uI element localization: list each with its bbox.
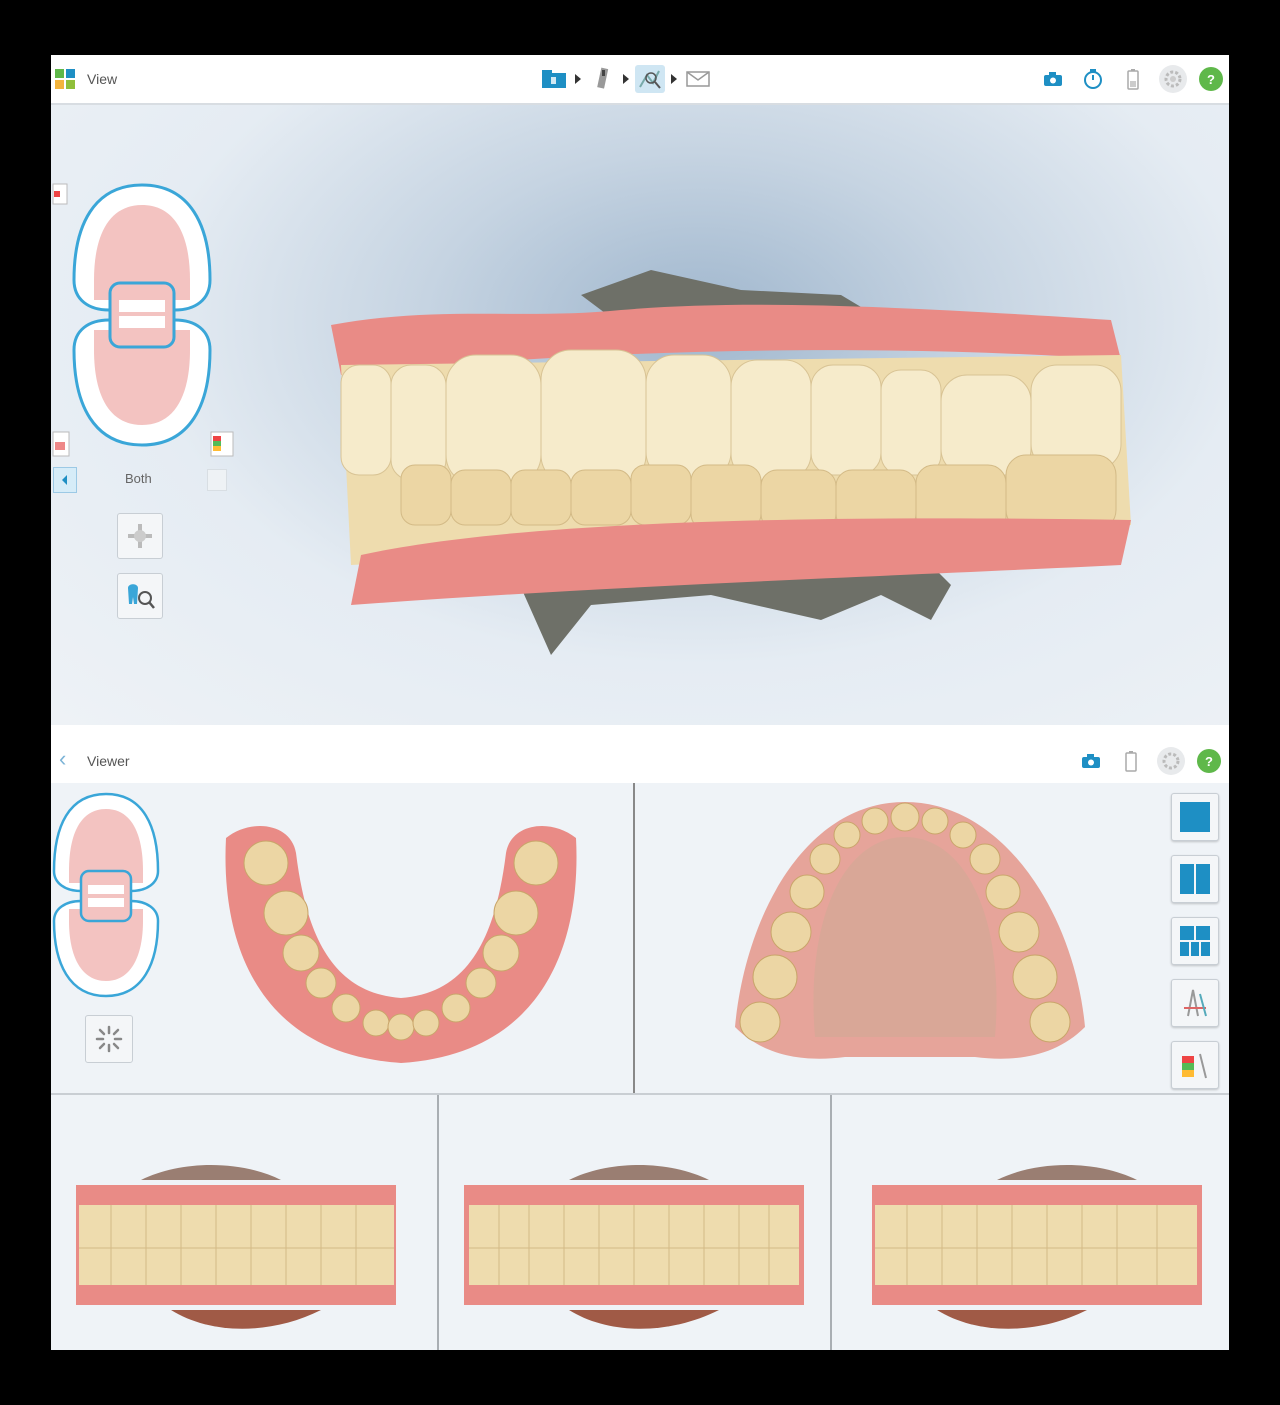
main-3d-viewport[interactable]: Both [51, 105, 1229, 725]
arch-prev-button[interactable] [53, 467, 77, 493]
pane-bite-right[interactable] [51, 1095, 437, 1350]
rotate-tool-button[interactable] [117, 513, 163, 559]
pane-bite-front[interactable] [439, 1095, 830, 1350]
loading-spinner-icon [95, 1025, 123, 1053]
dual-view-button[interactable] [1171, 855, 1219, 903]
single-view-icon [1180, 802, 1210, 832]
upper-color-toggle-icon[interactable] [51, 183, 69, 205]
svg-text:?: ? [1205, 754, 1213, 768]
help-icon[interactable]: ? [1197, 749, 1221, 773]
color-analysis-icon [1182, 1053, 1207, 1079]
scanner-icon[interactable] [587, 65, 617, 93]
arch-navigator[interactable] [69, 180, 215, 450]
help-icon[interactable]: ? [1199, 67, 1223, 91]
settings-icon[interactable] [1159, 65, 1187, 93]
svg-text:?: ? [1207, 72, 1215, 86]
folder-icon[interactable] [539, 65, 569, 93]
arch-navigator-small[interactable] [51, 791, 161, 1001]
timer-icon[interactable] [1079, 65, 1107, 93]
dental-model-3d [331, 270, 1131, 655]
bite-analysis-icon [1184, 989, 1207, 1017]
page-title: View [87, 71, 118, 87]
pane-lower-arch-occlusal[interactable] [51, 783, 633, 1093]
spin-view-button[interactable] [85, 1015, 133, 1063]
tooth-magnify-button[interactable] [117, 573, 163, 619]
lower-arch-model [225, 826, 577, 1063]
occlusal-left-icon[interactable] [51, 430, 73, 458]
bite-right-model [76, 1165, 396, 1329]
pane-upper-arch-occlusal[interactable] [635, 783, 1229, 1093]
top-right-icons: ? [1039, 65, 1223, 93]
color-map-icon[interactable] [209, 430, 235, 458]
bite-front-model [464, 1165, 804, 1329]
settings-icon[interactable] [1157, 747, 1185, 775]
step-arrow-icon [575, 74, 581, 84]
camera-icon[interactable] [1077, 747, 1105, 775]
workflow-steps [539, 63, 713, 95]
arch-selector-label: Both [125, 471, 152, 486]
pane-bite-left[interactable] [832, 1095, 1229, 1350]
viewer-title: Viewer [87, 753, 130, 769]
app-logo-icon [55, 69, 75, 89]
multi-view-button[interactable] [1171, 917, 1219, 965]
camera-icon[interactable] [1039, 65, 1067, 93]
multi-view-icon [1180, 926, 1210, 956]
bite-analysis-button[interactable] [1171, 979, 1219, 1027]
step-arrow-icon [623, 74, 629, 84]
dual-view-icon [1180, 864, 1210, 894]
screen: View ? Both ‹ Viewer ? [51, 55, 1229, 1350]
back-chevron-icon[interactable]: ‹ [59, 748, 66, 770]
bite-left-model [872, 1165, 1202, 1329]
view-tool-icon[interactable] [635, 65, 665, 93]
battery-icon [1119, 65, 1147, 93]
viewer-top-icons: ? [1077, 747, 1221, 775]
rotate-tool-icon [128, 524, 152, 548]
top-toolbar: View ? [51, 55, 1229, 105]
color-analysis-button[interactable] [1171, 1041, 1219, 1089]
step-arrow-icon [671, 74, 677, 84]
viewer-toolbar: ‹ Viewer ? [51, 735, 1229, 781]
send-icon[interactable] [683, 65, 713, 93]
tooth-magnify-icon [128, 584, 155, 609]
single-view-button[interactable] [1171, 793, 1219, 841]
battery-icon [1117, 747, 1145, 775]
arch-next-button[interactable] [207, 469, 227, 491]
upper-arch-model [735, 802, 1085, 1059]
